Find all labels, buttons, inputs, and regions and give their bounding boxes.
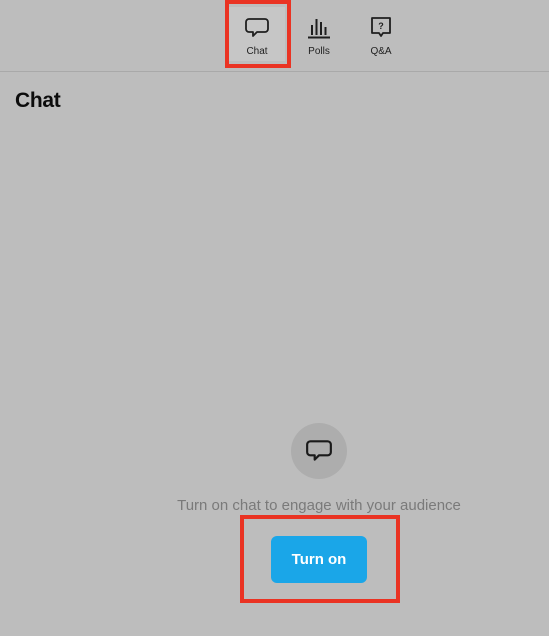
svg-text:?: ?: [378, 21, 384, 31]
tab-qa-label: Q&A: [370, 46, 392, 57]
empty-state-hint: Turn on chat to engage with your audienc…: [177, 497, 461, 514]
turn-on-button[interactable]: Turn on: [271, 536, 367, 583]
speech-bubble-icon: [306, 440, 332, 461]
bar-chart-icon: [308, 19, 330, 39]
tab-polls-label: Polls: [308, 46, 330, 57]
top-tab-bar: Chat Polls ? Q&A: [0, 0, 549, 72]
page-title: Chat: [15, 89, 61, 112]
tab-chat-label: Chat: [246, 46, 268, 57]
tab-polls[interactable]: Polls: [291, 7, 347, 61]
tab-qa[interactable]: ? Q&A: [353, 7, 409, 61]
question-bubble-icon: ?: [371, 17, 391, 37]
empty-state-icon-circle: [291, 423, 347, 479]
chat-panel: Chat Polls ? Q&A Chat Turn on chat to en…: [0, 0, 549, 636]
speech-bubble-icon: [245, 18, 269, 37]
tab-chat[interactable]: Chat: [229, 7, 285, 61]
